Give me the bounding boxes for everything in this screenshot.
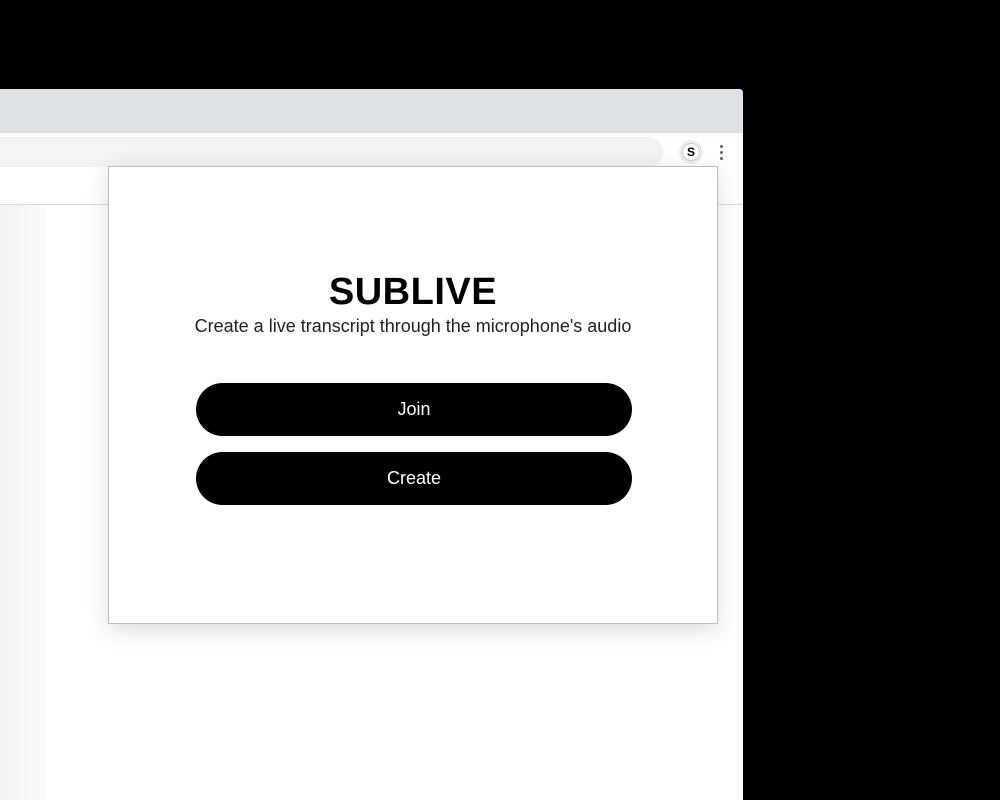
- sublive-extension-icon: S: [682, 143, 700, 161]
- more-vert-icon: [719, 144, 723, 148]
- address-bar[interactable]: [0, 137, 663, 167]
- join-button[interactable]: Join: [196, 383, 632, 436]
- popup-title: SUBLIVE: [328, 271, 498, 313]
- extension-icon-letter: S: [686, 145, 695, 159]
- page-content-shade: [0, 205, 46, 800]
- more-vert-icon-dot: [719, 156, 723, 160]
- browser-menu-button[interactable]: [712, 141, 730, 163]
- extension-popup: SUBLIVE Create a live transcript through…: [108, 166, 718, 624]
- sublive-extension-button[interactable]: S: [679, 140, 703, 164]
- popup-subtitle: Create a live transcript through the mic…: [194, 316, 632, 336]
- create-button[interactable]: Create: [196, 452, 632, 505]
- more-vert-icon-dot: [719, 150, 723, 154]
- tab-strip: [0, 89, 743, 133]
